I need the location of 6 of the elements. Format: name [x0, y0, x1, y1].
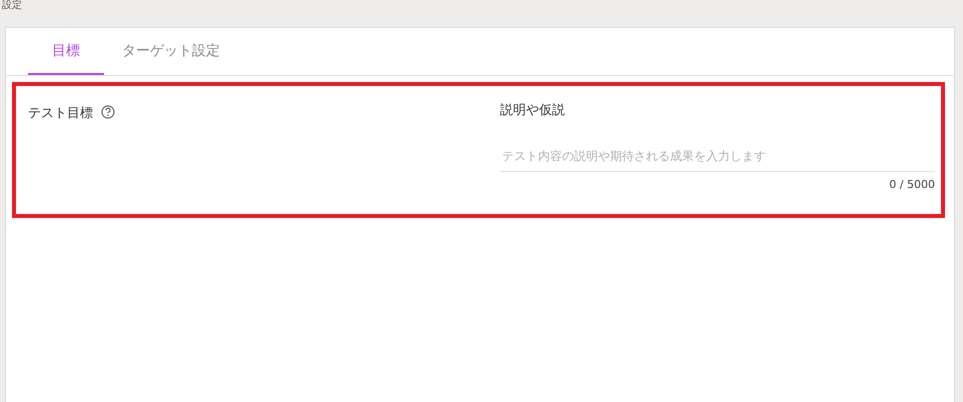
tab[interactable]: ターゲット設定	[110, 28, 232, 75]
tab[interactable]: 目標	[28, 28, 104, 75]
help-icon[interactable]	[101, 105, 115, 119]
field-label: 説明や仮説	[500, 102, 566, 119]
field-label: テスト目標	[28, 105, 93, 122]
character-counter: 0 / 5000	[889, 178, 935, 191]
